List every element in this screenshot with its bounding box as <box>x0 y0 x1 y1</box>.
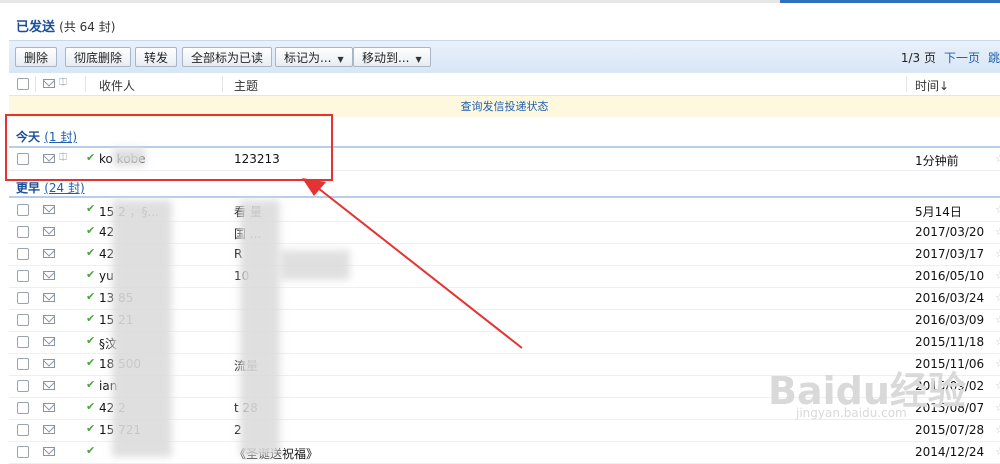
watermark-url: jingyan.baidu.com <box>796 406 907 420</box>
